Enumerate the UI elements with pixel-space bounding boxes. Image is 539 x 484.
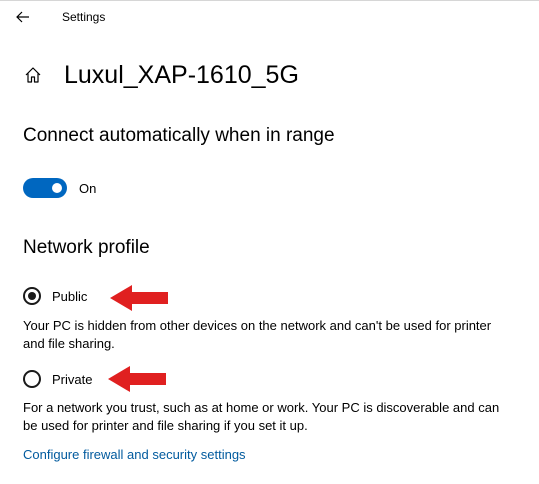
back-arrow-icon [16,11,29,23]
red-arrow-pointing-private [108,366,166,392]
app-title: Settings [62,10,106,24]
connect-automatically-toggle-row: On [23,178,96,198]
private-radio-option[interactable]: Private [23,370,92,388]
private-description: For a network you trust, such as at home… [23,400,500,433]
private-radio-label: Private [52,371,93,387]
public-radio-button[interactable] [23,287,41,305]
title-bar: Settings [0,1,539,35]
connect-automatically-toggle[interactable] [23,178,67,198]
public-radio-label: Public [52,288,88,304]
settings-window: Settings Luxul_XAP-1610_5G Connect autom… [0,0,539,484]
page-title: Luxul_XAP-1610_5G [64,60,299,89]
home-icon[interactable] [22,64,44,86]
private-radio-button[interactable] [23,370,41,388]
toggle-knob [52,183,62,193]
connect-automatically-heading: Connect automatically when in range [23,125,335,146]
back-button[interactable] [10,5,36,29]
public-radio-option[interactable]: Public [23,287,87,305]
configure-firewall-link[interactable]: Configure firewall and security settings [23,447,246,462]
network-profile-heading: Network profile [23,237,150,258]
public-description: Your PC is hidden from other devices on … [23,318,492,351]
page-header: Luxul_XAP-1610_5G [22,59,299,91]
red-arrow-pointing-public [110,285,168,311]
toggle-state-label: On [79,180,97,196]
